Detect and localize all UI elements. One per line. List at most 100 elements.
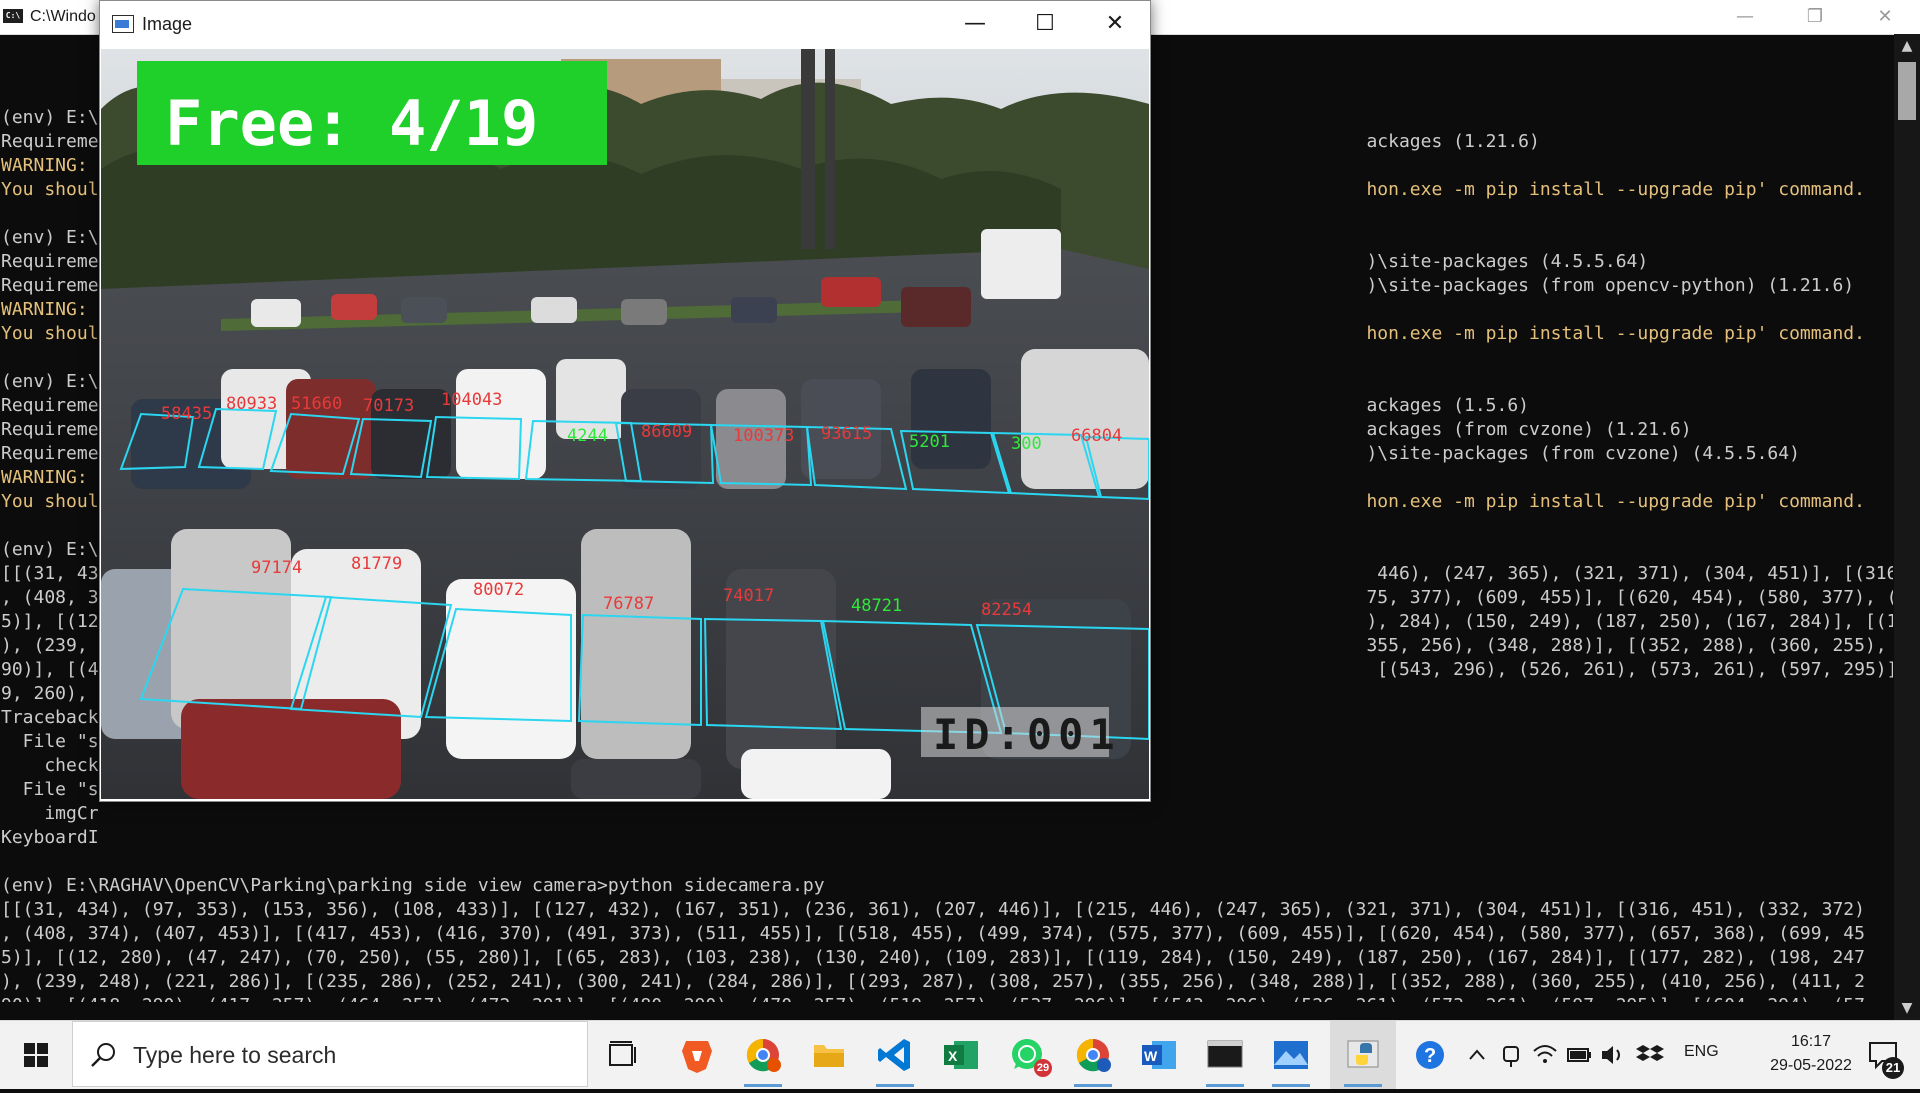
chrome-icon — [746, 1038, 781, 1072]
chrome-icon — [1076, 1038, 1111, 1072]
terminal-button[interactable] — [1192, 1021, 1258, 1089]
notification-icon — [1869, 1042, 1897, 1070]
console-line: 90)], [(418, 290), (417, 257), (464, 257… — [1, 994, 1893, 1002]
slot-count-label: 81779 — [351, 554, 402, 574]
slot-count-label: 86609 — [641, 422, 692, 442]
cmd-icon: C:\ — [3, 9, 23, 23]
slot-count-label: 104043 — [441, 390, 502, 410]
battery-button[interactable] — [1562, 1021, 1596, 1089]
python-button[interactable] — [1330, 1021, 1396, 1089]
wifi-button[interactable] — [1528, 1021, 1562, 1089]
search-input[interactable]: Type here to search — [72, 1021, 588, 1087]
scroll-down-arrow-icon[interactable]: ▼ — [1894, 996, 1920, 1020]
clock-time[interactable]: 16:17 — [1756, 1033, 1866, 1051]
console-minimize-button[interactable]: — — [1710, 0, 1780, 34]
volume-button[interactable] — [1596, 1021, 1630, 1089]
meet-now-button[interactable] — [1494, 1021, 1528, 1089]
console-line: KeyboardI — [1, 827, 99, 848]
start-button[interactable] — [0, 1021, 72, 1089]
console-line: 5)], [(12, 280), (47, 247), (70, 250), (… — [1, 947, 1865, 968]
slot-count-label: 97174 — [251, 558, 302, 578]
task-view-icon — [609, 1041, 636, 1066]
slot-count-label: 80072 — [473, 580, 524, 600]
word-button[interactable]: W — [1126, 1021, 1192, 1089]
image-window[interactable]: Image — ☐ ✕ 58435 80933 51660 70173 1040… — [99, 0, 1151, 802]
scroll-up-arrow-icon[interactable]: ▲ — [1894, 34, 1920, 58]
webcam-icon — [1503, 1046, 1519, 1067]
console-title: C:\Windo — [30, 8, 96, 25]
terminal-icon — [1207, 1040, 1243, 1068]
input-language[interactable]: ENG — [1684, 1043, 1719, 1061]
task-view-button[interactable] — [590, 1021, 656, 1089]
search-placeholder: Type here to search — [133, 1042, 337, 1068]
slot-count-label: 100373 — [733, 426, 794, 446]
image-close-button[interactable]: ✕ — [1080, 1, 1150, 49]
brave-icon — [682, 1041, 712, 1073]
taskbar: Type here to search X 29 W ? ENG 16:17 2… — [0, 1020, 1920, 1089]
file-explorer-button[interactable] — [796, 1021, 862, 1089]
slot-count-label: 80933 — [226, 394, 277, 414]
folder-icon — [814, 1045, 844, 1067]
console-line: ), (239, 248), (221, 286)], [(235, 286),… — [1, 971, 1865, 992]
vscode-button[interactable] — [862, 1021, 928, 1089]
window-icon — [112, 15, 134, 33]
dropbox-button[interactable] — [1630, 1021, 1670, 1089]
image-minimize-button[interactable]: — — [940, 1, 1010, 49]
notification-center-button[interactable]: 21 — [1852, 1021, 1920, 1089]
utility-pole — [801, 49, 815, 249]
battery-icon — [1567, 1048, 1591, 1062]
console-line: [[(31, 434), (97, 353), (153, 356), (108… — [1, 899, 1865, 920]
slot-count-label: 93615 — [821, 424, 872, 444]
help-icon: ? — [1416, 1041, 1444, 1069]
console-line: imgCr — [1, 803, 99, 824]
excel-button[interactable]: X — [928, 1021, 994, 1089]
slot-count-label: 74017 — [723, 586, 774, 606]
slot-count-label: 66804 — [1071, 426, 1122, 446]
parking-camera-frame[interactable]: 58435 80933 51660 70173 104043 4244 86609 10037… — [101, 49, 1149, 799]
chrome-profile-r-button[interactable] — [1060, 1021, 1126, 1089]
image-maximize-button[interactable]: ☐ — [1010, 1, 1080, 49]
image-window-title: Image — [142, 14, 193, 34]
scroll-thumb[interactable] — [1898, 62, 1916, 120]
free-count-label: Free: 4/19 — [165, 87, 538, 160]
clock-date[interactable]: 29-05-2022 — [1756, 1057, 1866, 1075]
whatsapp-unread-badge: 29 — [1034, 1059, 1052, 1077]
slot-count-label: 82254 — [981, 600, 1032, 620]
utility-pole-2 — [825, 49, 835, 249]
chevron-up-icon — [1469, 1049, 1485, 1060]
console-line: , (408, 374), (407, 453)], [(417, 453), … — [1, 923, 1865, 944]
svg-text:?: ? — [1424, 1045, 1436, 1067]
word-icon: W — [1142, 1041, 1176, 1069]
console-restore-button[interactable]: ❐ — [1780, 0, 1850, 34]
slot-count-label: 48721 — [851, 596, 902, 616]
help-button[interactable]: ? — [1400, 1021, 1460, 1089]
show-hidden-icons-button[interactable] — [1460, 1021, 1494, 1089]
brave-app-button[interactable] — [664, 1021, 730, 1089]
svg-text:W: W — [1144, 1048, 1158, 1064]
slot-count-label: 4244 — [567, 426, 608, 446]
search-icon — [91, 1043, 115, 1067]
slot-count-label: 5201 — [909, 432, 950, 452]
console-close-button[interactable]: ✕ — [1850, 0, 1920, 34]
image-titlebar[interactable]: Image — ☐ ✕ — [100, 1, 1150, 49]
dropbox-icon — [1636, 1045, 1664, 1061]
speaker-icon — [1602, 1046, 1620, 1064]
slot-count-label: 51660 — [291, 394, 342, 414]
photos-button[interactable] — [1258, 1021, 1324, 1089]
console-scrollbar[interactable]: ▲ ▼ — [1894, 34, 1920, 1020]
svg-text:X: X — [948, 1048, 958, 1064]
slot-count-label: 300 — [1011, 434, 1042, 454]
slot-count-label: 76787 — [603, 594, 654, 614]
excel-icon: X — [944, 1041, 978, 1069]
slot-count-label: 58435 — [161, 404, 212, 424]
camera-id-label: ID:001 — [933, 710, 1121, 759]
slot-count-label: 70173 — [363, 396, 414, 416]
python-icon — [1347, 1040, 1379, 1068]
whatsapp-button[interactable]: 29 — [994, 1021, 1060, 1089]
photos-icon — [1274, 1041, 1308, 1069]
vscode-icon — [878, 1039, 910, 1071]
chrome-profile-p-button[interactable] — [730, 1021, 796, 1089]
console-line: (env) E:\RAGHAV\OpenCV\Parking\parking s… — [1, 875, 825, 896]
wifi-icon — [1533, 1045, 1557, 1063]
